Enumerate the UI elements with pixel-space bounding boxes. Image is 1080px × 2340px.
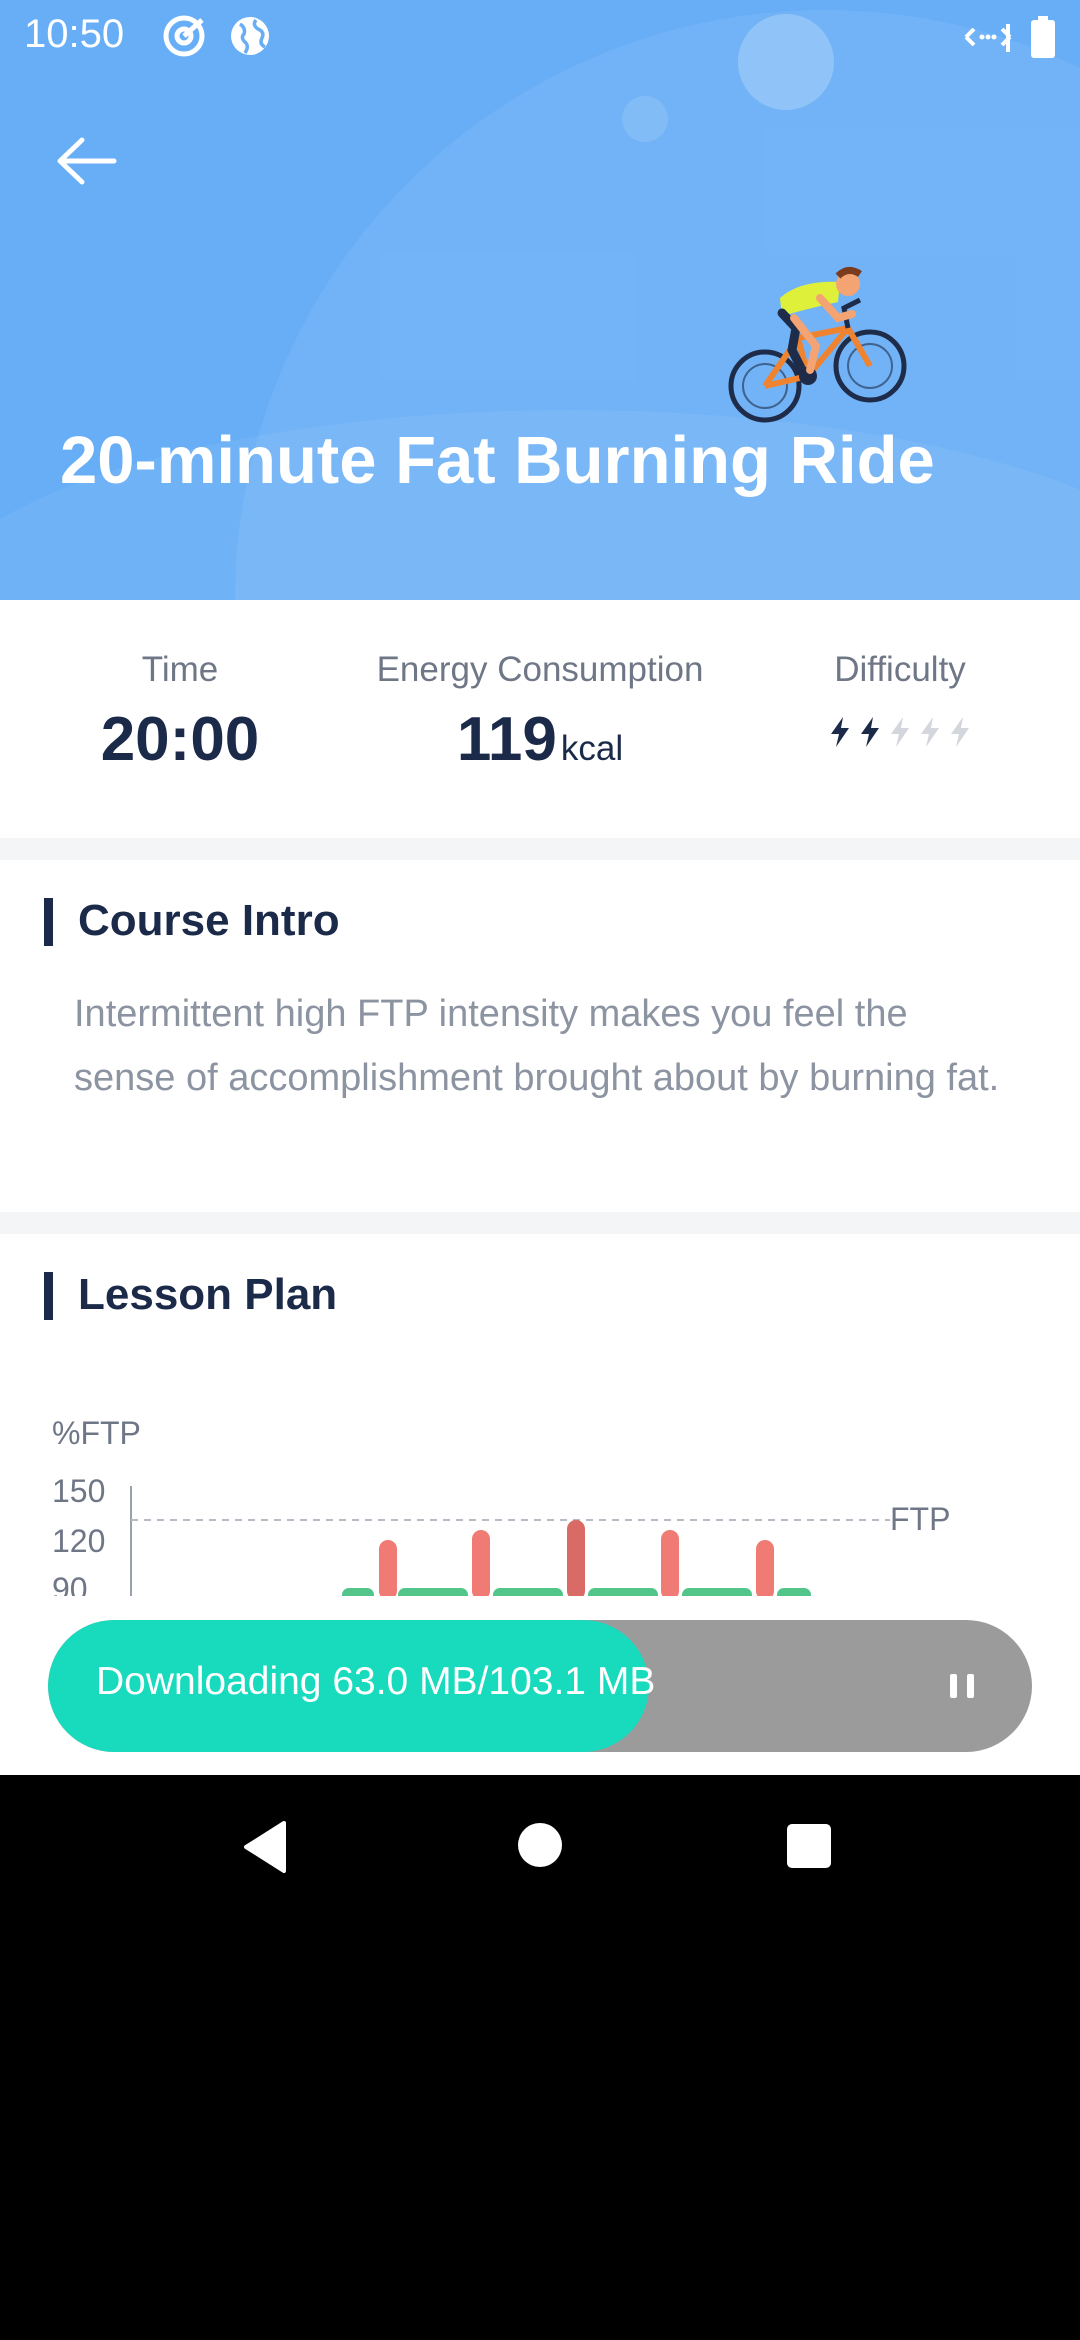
home-circle-icon[interactable] xyxy=(516,1821,564,1869)
stat-energy-label: Energy Consumption xyxy=(376,650,704,689)
target-icon xyxy=(163,15,205,57)
hero-banner: 10:50 20-minute Fat Burning Ride xyxy=(0,0,1080,600)
stat-energy-value-row: 119 kcal xyxy=(360,704,720,775)
bar-rest xyxy=(588,1588,658,1596)
bar-peak xyxy=(567,1520,585,1596)
download-status-text: Downloading 63.0 MB/103.1 MB xyxy=(96,1660,656,1703)
recents-square-icon[interactable] xyxy=(786,1823,832,1869)
difficulty-bolt-empty-icon xyxy=(891,717,909,747)
decor-bubble xyxy=(622,96,668,142)
ftp-reference-label: FTP xyxy=(890,1501,950,1537)
status-time: 10:50 xyxy=(24,12,125,56)
chart-ylabel: %FTP xyxy=(52,1415,141,1451)
stat-energy-value: 119 xyxy=(456,705,557,774)
section-divider xyxy=(0,1212,1080,1234)
stat-time-label: Time xyxy=(141,650,219,689)
battery-icon xyxy=(1031,16,1055,58)
back-triangle-icon[interactable] xyxy=(240,1819,290,1875)
back-arrow-icon[interactable] xyxy=(50,128,130,194)
bar-high xyxy=(472,1530,490,1596)
download-progress-bar[interactable]: Downloading 63.0 MB/103.1 MB xyxy=(48,1620,1032,1752)
bar-rest xyxy=(493,1588,563,1596)
bar-rest xyxy=(342,1588,374,1596)
y-tick-90: 90 xyxy=(52,1571,88,1596)
status-bar: 10:50 xyxy=(0,0,1080,72)
bar-rest xyxy=(398,1588,468,1596)
data-transfer-icon xyxy=(964,24,1012,52)
y-tick-150: 150 xyxy=(52,1473,105,1509)
stat-difficulty: Difficulty xyxy=(800,650,1000,748)
globe-icon xyxy=(231,17,269,55)
lesson-plan-chart: %FTP 150 120 90 FTP xyxy=(52,1415,950,1596)
difficulty-bolt-filled-icon xyxy=(861,717,879,747)
cyclist-illustration xyxy=(728,267,907,423)
stat-difficulty-label: Difficulty xyxy=(834,650,966,689)
chart-bars xyxy=(342,1520,811,1596)
difficulty-rating xyxy=(800,716,1000,748)
y-tick-120: 120 xyxy=(52,1523,105,1559)
difficulty-bolt-filled-icon xyxy=(831,717,849,747)
stat-energy: Energy Consumption 119 kcal xyxy=(360,650,720,775)
stat-time-value: 20:00 xyxy=(100,705,260,774)
difficulty-bolt-empty-icon xyxy=(921,717,939,747)
course-detail-screen: 10:50 20-minute Fat Burning Ride Time 20… xyxy=(0,0,1080,1775)
stat-energy-unit: kcal xyxy=(560,729,624,768)
bar-rest xyxy=(777,1588,811,1596)
course-intro-title: Course Intro xyxy=(44,896,340,946)
bar-high xyxy=(379,1540,397,1596)
bar-high xyxy=(756,1540,774,1596)
course-intro-text: Intermittent high FTP intensity makes yo… xyxy=(74,993,1000,1099)
course-stats: Time 20:00 Energy Consumption 119 kcal Di… xyxy=(0,600,1080,838)
stat-time: Time 20:00 xyxy=(100,650,260,775)
pause-icon[interactable] xyxy=(942,1666,982,1706)
lesson-plan-title: Lesson Plan xyxy=(44,1270,337,1320)
section-divider xyxy=(0,838,1080,860)
difficulty-bolt-empty-icon xyxy=(951,717,969,747)
system-navigation-bar xyxy=(0,1775,1080,1920)
bar-high xyxy=(661,1530,679,1596)
page-title: 20-minute Fat Burning Ride xyxy=(60,423,935,498)
bar-rest xyxy=(682,1588,752,1596)
